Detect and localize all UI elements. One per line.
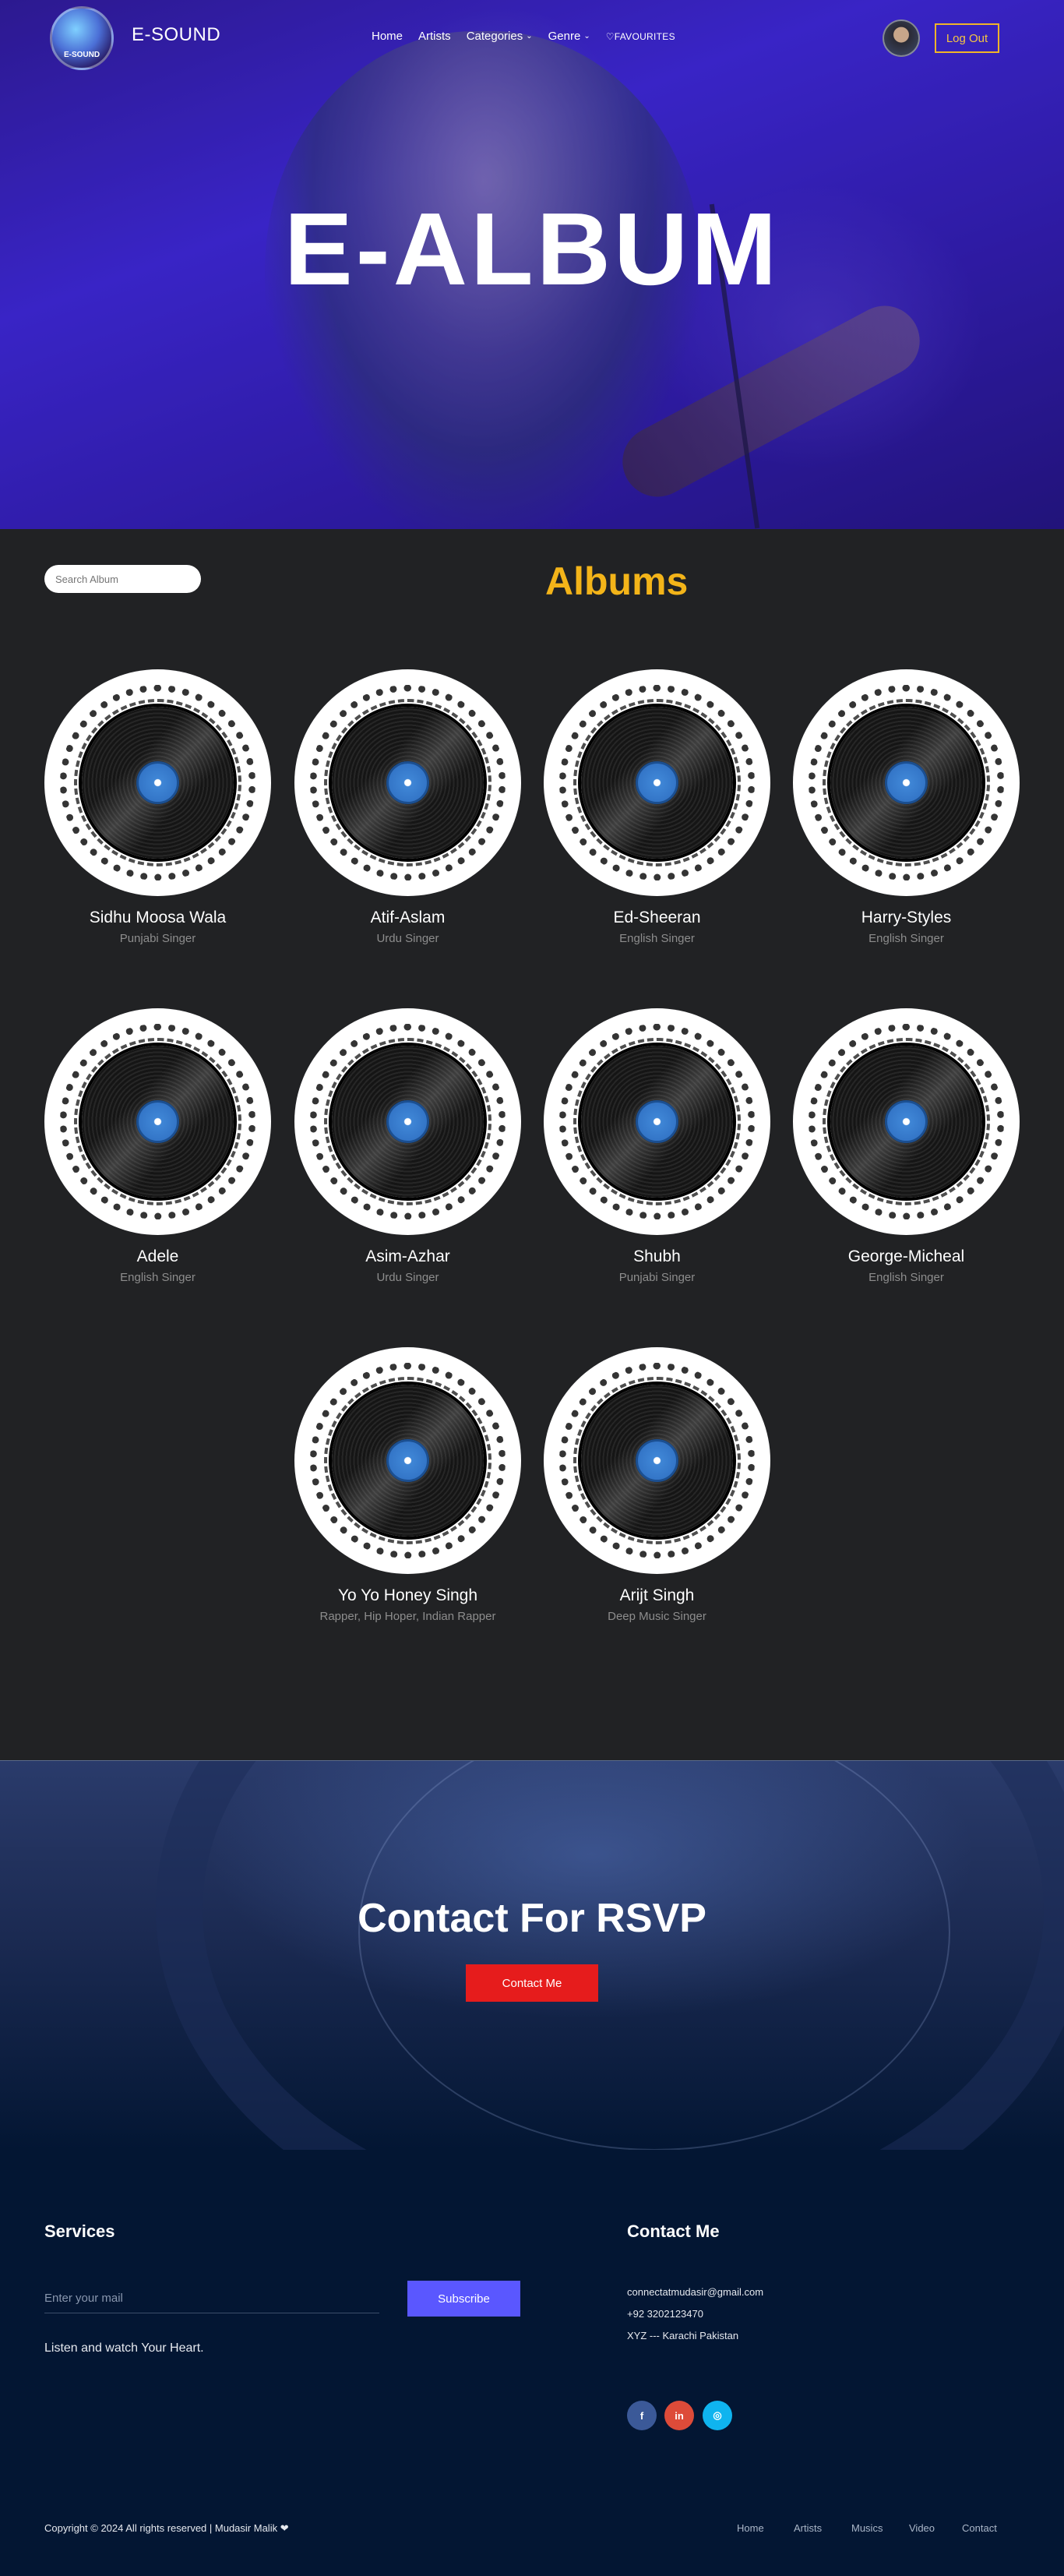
album-subtitle: Rapper, Hip Hoper, Indian Rapper [319, 1610, 496, 1623]
footer-link-video[interactable]: Video [909, 2522, 962, 2534]
facebook-icon[interactable]: f [627, 2401, 657, 2430]
nav-home[interactable]: Home [372, 30, 403, 43]
vinyl-disc-image [294, 1008, 521, 1235]
album-name: Adele [136, 1247, 179, 1265]
vinyl-disc-image [793, 1008, 1020, 1235]
album-subtitle: English Singer [868, 932, 944, 945]
contact-phone: +92 3202123470 [627, 2308, 703, 2320]
album-name: Atif-Aslam [370, 909, 446, 926]
album-subtitle: Punjabi Singer [618, 1271, 696, 1284]
contact-me-button[interactable]: Contact Me [466, 1964, 598, 2002]
logo[interactable]: E-SOUND [50, 6, 114, 70]
footer-link-artists[interactable]: Artists [794, 2522, 851, 2534]
footer: Services Subscribe Listen and watch Your… [0, 2150, 1064, 2576]
avatar[interactable] [883, 19, 920, 57]
album-name: Ed-Sheeran [613, 909, 701, 926]
vinyl-disc-image [44, 669, 271, 896]
hero-title: E-ALBUM [284, 192, 780, 306]
albums-title: Albums [545, 559, 689, 603]
album-name: Harry-Styles [861, 909, 952, 926]
album-subtitle: English Singer [120, 1271, 196, 1284]
album-card[interactable]: Atif-Aslam Urdu Singer [294, 669, 521, 945]
brand-name[interactable]: E-SOUND [132, 24, 220, 46]
footer-link-home[interactable]: Home [737, 2522, 794, 2534]
nav-links: Home Artists Categories ⌄ Genre ⌄ ♡FAVOURI… [372, 30, 691, 43]
album-card[interactable]: Sidhu Moosa Wala Punjabi Singer [44, 669, 271, 945]
search-album-input[interactable] [44, 565, 201, 593]
contact-me-title: Contact Me [627, 2221, 720, 2241]
services-title: Services [44, 2221, 115, 2241]
instagram-icon[interactable]: ◎ [703, 2401, 732, 2430]
footer-link-musics[interactable]: Musics [851, 2522, 909, 2534]
album-name: Shubh [633, 1247, 681, 1265]
nav-artists[interactable]: Artists [418, 30, 451, 43]
footer-tagline: Listen and watch Your Heart. [44, 2341, 204, 2355]
album-card[interactable]: Adele English Singer [44, 1008, 271, 1284]
nav-favourites[interactable]: ♡FAVOURITES [606, 30, 675, 43]
album-subtitle: Deep Music Singer [608, 1610, 706, 1623]
contact-address: XYZ --- Karachi Pakistan [627, 2330, 739, 2341]
footer-link-contact[interactable]: Contact [962, 2522, 1009, 2534]
logo-text: E-SOUND [63, 51, 100, 59]
album-subtitle: English Singer [619, 932, 695, 945]
chevron-down-icon: ⌄ [583, 32, 590, 41]
contact-section: Contact For RSVP Contact Me [0, 1760, 1064, 2150]
copyright: Copyright © 2024 All rights reserved | M… [44, 2522, 289, 2534]
album-subtitle: Punjabi Singer [119, 932, 196, 945]
album-card[interactable]: Yo Yo Honey Singh Rapper, Hip Hoper, Ind… [294, 1347, 521, 1623]
album-card[interactable]: Asim-Azhar Urdu Singer [294, 1008, 521, 1284]
album-subtitle: Urdu Singer [376, 1271, 439, 1284]
vinyl-disc-image [294, 1347, 521, 1574]
email-field[interactable] [44, 2284, 379, 2313]
album-name: George-Micheal [847, 1247, 965, 1265]
album-subtitle: English Singer [868, 1271, 944, 1284]
album-name: Arijt Singh [619, 1586, 695, 1604]
hero-section: E-SOUND E-SOUND Home Artists Categories ⌄… [0, 0, 1064, 529]
album-name: Asim-Azhar [365, 1247, 450, 1265]
album-name: Sidhu Moosa Wala [89, 909, 227, 926]
album-card[interactable]: Ed-Sheeran English Singer [544, 669, 770, 945]
logout-button[interactable]: Log Out [935, 23, 999, 53]
vinyl-disc-image [793, 669, 1020, 896]
album-card[interactable]: Arijt Singh Deep Music Singer [544, 1347, 770, 1623]
vinyl-disc-image [544, 1347, 770, 1574]
subscribe-button[interactable]: Subscribe [407, 2281, 520, 2317]
contact-title: Contact For RSVP [358, 1896, 706, 1941]
album-subtitle: Urdu Singer [376, 932, 439, 945]
linkedin-icon[interactable]: in [664, 2401, 694, 2430]
vinyl-disc-image [294, 669, 521, 896]
album-name: Yo Yo Honey Singh [337, 1586, 478, 1604]
nav-genre[interactable]: Genre ⌄ [548, 30, 590, 43]
album-card[interactable]: Harry-Styles English Singer [793, 669, 1020, 945]
albums-section: Albums Sidhu Moosa Wala Punjabi Singer A… [0, 529, 1064, 1760]
navbar: E-SOUND E-SOUND Home Artists Categories ⌄… [0, 0, 1064, 78]
vinyl-disc-image [44, 1008, 271, 1235]
nav-categories[interactable]: Categories ⌄ [467, 30, 533, 43]
chevron-down-icon: ⌄ [526, 32, 533, 41]
vinyl-disc-image [544, 669, 770, 896]
vinyl-disc-image [544, 1008, 770, 1235]
album-card[interactable]: George-Micheal English Singer [793, 1008, 1020, 1284]
footer-links: Home Artists Musics Video Contact [737, 2522, 1009, 2534]
contact-email: connectatmudasir@gmail.com [627, 2286, 764, 2298]
album-card[interactable]: Shubh Punjabi Singer [544, 1008, 770, 1284]
